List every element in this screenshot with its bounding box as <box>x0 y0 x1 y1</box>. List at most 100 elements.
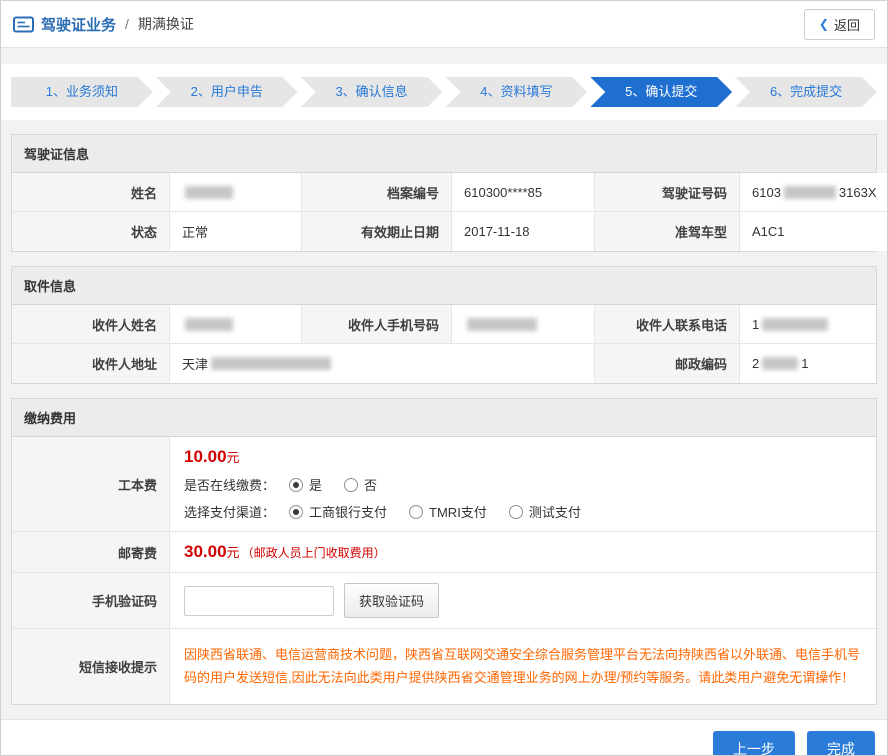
page-title: 驾驶证业务 <box>41 14 116 35</box>
channel-icbc-label: 工商银行支付 <box>309 502 387 521</box>
step-1-business-notice[interactable]: 1、业务须知 <box>11 77 153 107</box>
fees-table: 工本费 10.00元 是否在线缴费： 是 否 <box>12 437 876 704</box>
redacted-license-number <box>784 186 836 199</box>
recipient-name-label: 收件人姓名 <box>12 305 170 344</box>
file-number-value: 610300****85 <box>452 173 595 212</box>
status-value: 正常 <box>170 212 302 251</box>
license-number-suffix: 3163X <box>839 185 877 200</box>
file-number-label: 档案编号 <box>302 173 452 212</box>
back-button-label: 返回 <box>834 15 860 34</box>
get-code-button[interactable]: 获取验证码 <box>344 583 439 618</box>
top-header: 驾驶证业务 / 期满换证 ❮ 返回 <box>1 1 887 48</box>
page-subtitle: 期满换证 <box>138 14 194 34</box>
online-pay-radio-group: 是 否 <box>289 475 377 494</box>
mail-fee-value: 30.00元（邮政人员上门收取费用） <box>170 532 876 573</box>
license-card-icon <box>13 16 34 33</box>
mail-fee-amount-line: 30.00元（邮政人员上门收取费用） <box>184 542 862 562</box>
step-navigation: 1、业务须知 2、用户申告 3、确认信息 4、资料填写 5、确认提交 6、完成提… <box>11 77 877 107</box>
production-fee-label: 工本费 <box>12 437 170 532</box>
title-divider: / <box>125 16 129 32</box>
license-info-section-title: 驾驶证信息 <box>12 135 876 173</box>
fees-section: 缴纳费用 工本费 10.00元 是否在线缴费： 是 <box>11 398 877 705</box>
expiry-date-value: 2017-11-18 <box>452 212 595 251</box>
online-pay-no-label: 否 <box>364 475 377 494</box>
recipient-phone-prefix: 1 <box>752 317 759 332</box>
step-3-confirm-info[interactable]: 3、确认信息 <box>301 77 443 107</box>
recipient-mobile-value <box>452 305 595 344</box>
sms-notice-value: 因陕西省联通、电信运营商技术问题，陕西省互联网交通安全综合服务管理平台无法向持陕… <box>170 629 876 704</box>
mail-fee-label: 邮寄费 <box>12 532 170 573</box>
pay-channel-label: 选择支付渠道： <box>184 502 275 521</box>
redacted-recipient-phone <box>762 318 828 331</box>
back-button[interactable]: ❮ 返回 <box>804 9 875 40</box>
fees-section-title: 缴纳费用 <box>12 399 876 437</box>
license-number-prefix: 6103 <box>752 185 781 200</box>
postcode-label: 邮政编码 <box>595 344 740 383</box>
online-pay-line: 是否在线缴费： 是 否 <box>184 475 862 494</box>
name-label: 姓名 <box>12 173 170 212</box>
sms-code-label: 手机验证码 <box>12 573 170 629</box>
radio-no-icon[interactable] <box>344 478 358 492</box>
redacted-recipient-mobile <box>467 318 537 331</box>
radio-tmri-icon[interactable] <box>409 505 423 519</box>
mail-fee-note: （邮政人员上门收取费用） <box>242 546 386 560</box>
radio-icbc-icon[interactable] <box>289 505 303 519</box>
redacted-recipient-name <box>185 318 233 331</box>
channel-option-tmri[interactable]: TMRI支付 <box>409 502 487 521</box>
status-label: 状态 <box>12 212 170 251</box>
step-2-user-declaration[interactable]: 2、用户申告 <box>156 77 298 107</box>
recipient-address-label: 收件人地址 <box>12 344 170 383</box>
pickup-info-section: 取件信息 收件人姓名 收件人手机号码 收件人联系电话 1 收件人地址 天津 邮政… <box>11 266 877 384</box>
sms-code-value: 获取验证码 <box>170 573 876 629</box>
online-pay-question-label: 是否在线缴费： <box>184 475 275 494</box>
footer-action-bar: 上一步 完成 <box>1 719 887 756</box>
recipient-phone-value: 1 <box>740 305 876 344</box>
vehicle-class-label: 准驾车型 <box>595 212 740 251</box>
license-number-label: 驾驶证号码 <box>595 173 740 212</box>
production-fee-unit: 元 <box>227 450 240 465</box>
step-6-complete-submit[interactable]: 6、完成提交 <box>735 77 877 107</box>
name-value <box>170 173 302 212</box>
step-5-confirm-submit[interactable]: 5、确认提交 <box>590 77 732 107</box>
pickup-info-section-title: 取件信息 <box>12 267 876 305</box>
channel-option-icbc[interactable]: 工商银行支付 <box>289 502 387 521</box>
postcode-prefix: 2 <box>752 356 759 371</box>
step-4-fill-data[interactable]: 4、资料填写 <box>445 77 587 107</box>
back-chevron-icon: ❮ <box>819 17 829 31</box>
pay-channel-radio-group: 工商银行支付 TMRI支付 测试支付 <box>289 502 581 521</box>
driver-license-renewal-page: 驾驶证业务 / 期满换证 ❮ 返回 1、业务须知 2、用户申告 3、确认信息 4… <box>0 0 888 756</box>
finish-button[interactable]: 完成 <box>807 731 875 756</box>
online-pay-option-no[interactable]: 否 <box>344 475 377 494</box>
mail-fee-unit: 元 <box>227 545 240 560</box>
redacted-recipient-address <box>211 357 331 370</box>
radio-yes-icon[interactable] <box>289 478 303 492</box>
production-fee-amount-line: 10.00元 <box>184 447 862 467</box>
sms-code-input[interactable] <box>184 586 334 616</box>
step-navigation-bar: 1、业务须知 2、用户申告 3、确认信息 4、资料填写 5、确认提交 6、完成提… <box>1 64 887 120</box>
pickup-info-table: 收件人姓名 收件人手机号码 收件人联系电话 1 收件人地址 天津 邮政编码 2 … <box>12 305 876 383</box>
radio-test-icon[interactable] <box>509 505 523 519</box>
redacted-name <box>185 186 233 199</box>
channel-test-label: 测试支付 <box>529 502 581 521</box>
mail-fee-amount: 30.00 <box>184 542 227 561</box>
channel-option-test[interactable]: 测试支付 <box>509 502 581 521</box>
redacted-postcode <box>762 357 798 370</box>
breadcrumb: 驾驶证业务 / 期满换证 <box>13 14 194 35</box>
prev-step-button[interactable]: 上一步 <box>713 731 795 756</box>
sms-notice-text: 因陕西省联通、电信运营商技术问题，陕西省互联网交通安全综合服务管理平台无法向持陕… <box>184 639 862 694</box>
pay-channel-line: 选择支付渠道： 工商银行支付 TMRI支付 测试支付 <box>184 502 862 521</box>
vehicle-class-value: A1C1 <box>740 212 888 251</box>
license-info-section: 驾驶证信息 姓名 档案编号 610300****85 驾驶证号码 6103 31… <box>11 134 877 252</box>
recipient-mobile-label: 收件人手机号码 <box>302 305 452 344</box>
postcode-suffix: 1 <box>801 356 808 371</box>
online-pay-yes-label: 是 <box>309 475 322 494</box>
postcode-value: 2 1 <box>740 344 876 383</box>
online-pay-option-yes[interactable]: 是 <box>289 475 322 494</box>
license-number-value: 6103 3163X <box>740 173 888 212</box>
expiry-date-label: 有效期止日期 <box>302 212 452 251</box>
recipient-name-value <box>170 305 302 344</box>
sms-code-row: 获取验证码 <box>184 583 862 618</box>
production-fee-amount: 10.00 <box>184 447 227 466</box>
channel-tmri-label: TMRI支付 <box>429 502 487 521</box>
recipient-address-value: 天津 <box>170 344 595 383</box>
